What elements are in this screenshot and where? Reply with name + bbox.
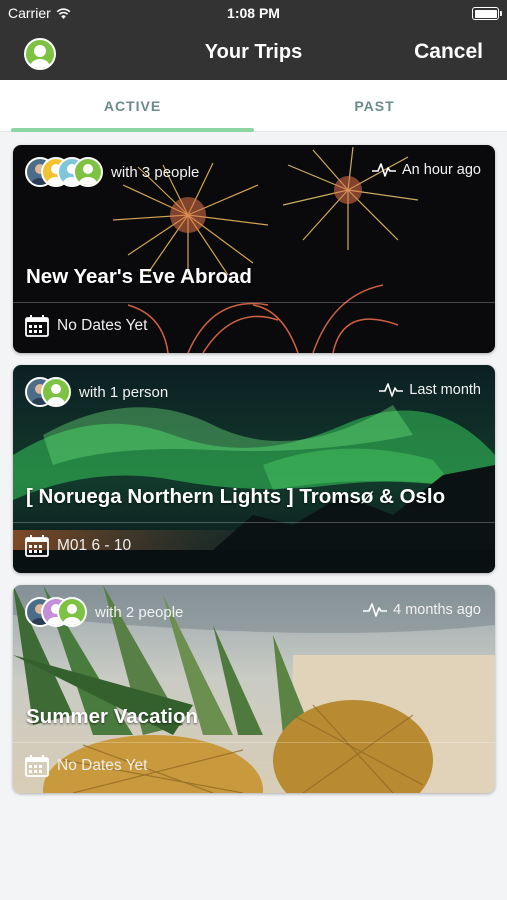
last-activity-label: An hour ago xyxy=(401,162,481,178)
member-avatar xyxy=(73,157,103,187)
last-activity: Last month xyxy=(379,382,481,398)
calendar-icon xyxy=(25,535,49,557)
tab-past[interactable]: PAST xyxy=(253,80,496,132)
battery-icon xyxy=(472,7,502,20)
trip-dates-label: M01 6 - 10 xyxy=(57,537,132,554)
trip-dates: M01 6 - 10 xyxy=(25,535,131,557)
trip-name: [ Noruega Northern Lights ] Tromsø & Osl… xyxy=(26,485,446,508)
trip-tabs: ACTIVE PAST xyxy=(0,80,507,132)
trip-card[interactable]: with 2 people 4 months ago Summer Vacati… xyxy=(13,585,495,793)
tab-selected-indicator xyxy=(11,128,254,132)
members-count: with 3 people xyxy=(111,163,200,181)
trip-members: with 1 person xyxy=(25,377,168,407)
status-bar: Carrier 1:08 PM xyxy=(0,0,507,28)
last-activity-label: 4 months ago xyxy=(393,602,481,618)
trip-card[interactable]: with 1 person Last month [ Noruega North… xyxy=(13,365,495,573)
trip-dates-label: No Dates Yet xyxy=(57,757,148,774)
last-activity-label: Last month xyxy=(409,382,481,398)
cancel-button[interactable]: Cancel xyxy=(414,40,483,64)
member-avatar xyxy=(57,597,87,627)
members-count: with 1 person xyxy=(79,383,169,401)
tab-active[interactable]: ACTIVE xyxy=(11,80,254,132)
trip-card[interactable]: with 3 people An hour ago New Year's Eve… xyxy=(13,145,495,353)
last-activity: An hour ago xyxy=(371,162,481,178)
members-count: with 2 people xyxy=(95,603,184,621)
nav-bar: Your Trips Cancel xyxy=(0,28,507,80)
trip-members: with 3 people xyxy=(25,157,199,187)
calendar-icon xyxy=(25,315,49,337)
card-divider xyxy=(13,302,495,303)
activity-pulse-icon xyxy=(371,163,396,177)
trip-dates: No Dates Yet xyxy=(25,315,147,337)
activity-pulse-icon xyxy=(379,383,404,397)
trip-name: New Year's Eve Abroad xyxy=(26,265,252,288)
calendar-icon xyxy=(25,755,49,777)
card-divider xyxy=(13,522,495,523)
trip-dates-label: No Dates Yet xyxy=(57,317,148,334)
member-avatar xyxy=(41,377,71,407)
clock: 1:08 PM xyxy=(227,5,280,21)
last-activity: 4 months ago xyxy=(363,602,481,618)
card-divider xyxy=(13,742,495,743)
trip-dates: No Dates Yet xyxy=(25,755,147,777)
activity-pulse-icon xyxy=(363,603,388,617)
trip-name: Summer Vacation xyxy=(26,705,199,728)
trip-members: with 2 people xyxy=(25,597,183,627)
